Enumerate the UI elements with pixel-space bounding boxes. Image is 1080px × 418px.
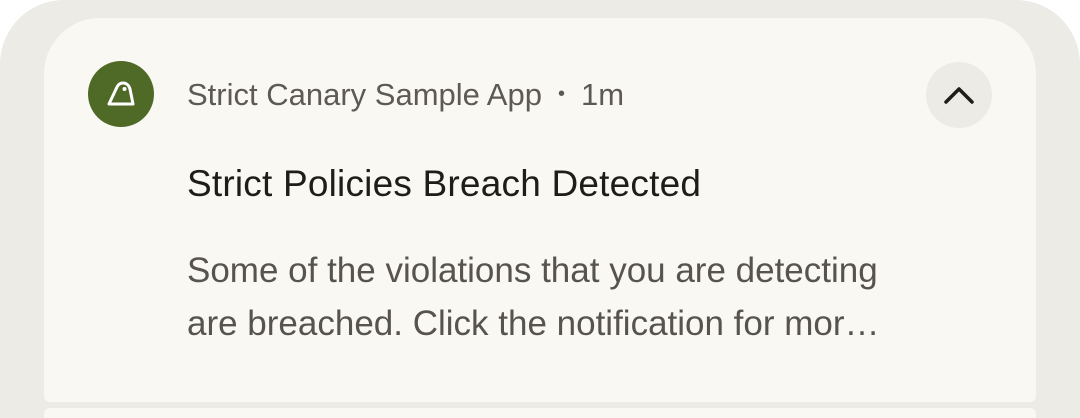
chevron-up-icon xyxy=(944,87,974,104)
app-name: Strict Canary Sample App xyxy=(187,77,542,112)
notification-body-line: Some of the violations that you are dete… xyxy=(187,251,878,290)
notification-body-line: are breached. Click the notification for… xyxy=(187,304,880,343)
notification-body: Some of the violations that you are dete… xyxy=(187,244,1007,350)
app-icon xyxy=(88,61,154,127)
notification-title: Strict Policies Breach Detected xyxy=(187,163,702,204)
next-notification-card[interactable] xyxy=(44,408,1036,418)
header-separator: • xyxy=(557,82,565,105)
notification-header: Strict Canary Sample App • 1m xyxy=(187,75,624,115)
notification-shade: Strict Canary Sample App • 1m Strict Pol… xyxy=(0,0,1080,418)
notification-time: 1m xyxy=(580,77,625,112)
canary-bird-icon xyxy=(107,81,135,106)
notification-card[interactable]: Strict Canary Sample App • 1m Strict Pol… xyxy=(44,18,1036,402)
collapse-button[interactable] xyxy=(926,62,992,128)
